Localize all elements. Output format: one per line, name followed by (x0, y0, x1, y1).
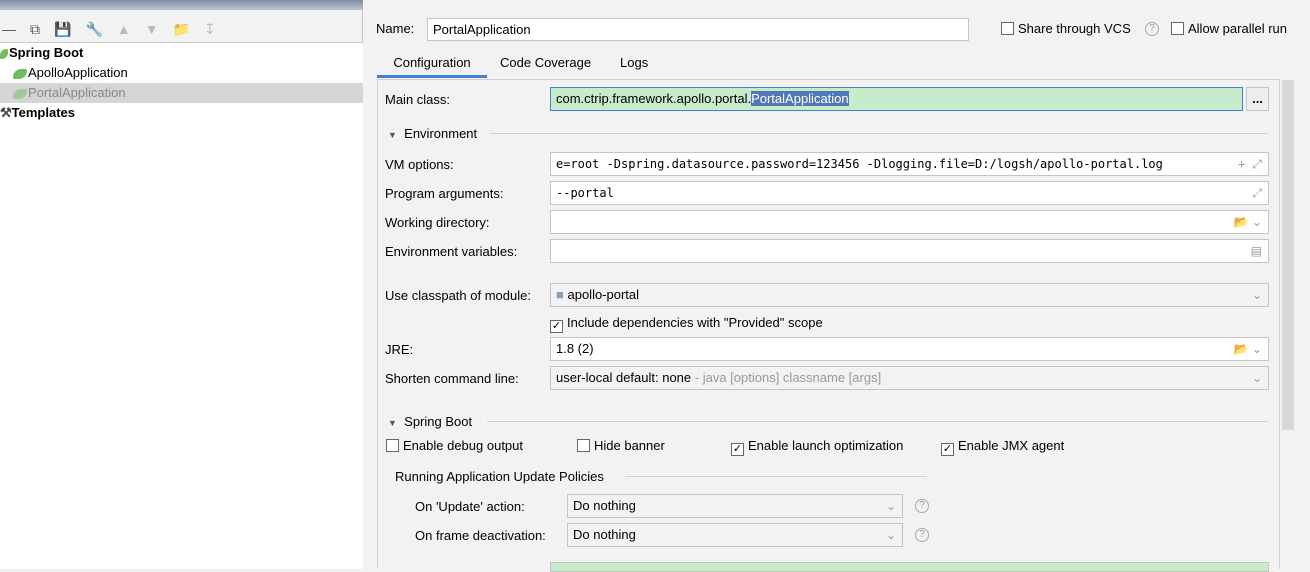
classpath-label: Use classpath of module: (385, 288, 531, 303)
jmx-checkbox[interactable]: ✓ Enable JMX agent (941, 438, 1064, 456)
jre-select[interactable]: 1.8 (2) 📂 ⌄ (550, 337, 1269, 361)
name-input[interactable]: PortalApplication (427, 18, 969, 41)
save-icon[interactable]: 💾 (54, 21, 71, 38)
chevron-down-icon: ⌄ (1251, 288, 1262, 302)
arrow-down-icon[interactable]: ▼ (145, 21, 159, 37)
before-launch-panel (550, 562, 1269, 572)
browse-button[interactable]: ... (1246, 87, 1269, 111)
copy-icon[interactable]: ⧉ (30, 21, 40, 38)
spring-icon (13, 88, 27, 99)
folder-icon[interactable]: 📂 ⌄ (1234, 211, 1262, 233)
arrow-up-icon[interactable]: ▲ (117, 21, 131, 37)
environment-section[interactable]: ▼ Environment (388, 126, 477, 141)
tab-logs[interactable]: Logs (620, 52, 648, 78)
environment-variables-label: Environment variables: (385, 244, 518, 259)
update-action-label: On 'Update' action: (415, 499, 525, 514)
expand-icon[interactable]: ⤢ (1252, 182, 1262, 204)
shorten-label: Shorten command line: (385, 371, 519, 386)
debug-checkbox[interactable]: Enable debug output (386, 438, 523, 453)
working-directory-label: Working directory: (385, 215, 490, 230)
vm-options-label: VM options: (385, 157, 454, 172)
sort-icon[interactable]: ↧ (204, 21, 216, 38)
vm-options-input[interactable]: e=root -Dspring.datasource.password=1234… (550, 152, 1269, 176)
include-deps-checkbox[interactable]: ✓ Include dependencies with "Provided" sc… (550, 315, 823, 333)
chevron-down-icon: ⌄ (885, 499, 896, 513)
config-tree: Spring Boot ApolloApplication PortalAppl… (0, 42, 363, 569)
expand-icon[interactable]: + ⤢ (1233, 153, 1262, 175)
launch-optimization-checkbox[interactable]: ✓ Enable launch optimization (731, 438, 903, 456)
edit-list-icon[interactable]: ▤ (1251, 240, 1262, 262)
scrollbar[interactable] (1282, 80, 1294, 430)
minus-icon[interactable]: — (2, 21, 16, 37)
main-class-input[interactable]: com.ctrip.framework.apollo.portal.Portal… (550, 87, 1243, 111)
spring-boot-section[interactable]: ▼ Spring Boot (388, 414, 472, 429)
module-icon: ■ (556, 287, 564, 302)
spring-icon (13, 68, 27, 79)
program-arguments-label: Program arguments: (385, 186, 504, 201)
jre-label: JRE: (385, 342, 414, 357)
divider (490, 133, 1268, 134)
classpath-select[interactable]: ■ apollo-portal ⌄ (550, 283, 1269, 307)
name-label: Name: (376, 21, 415, 36)
wrench-icon[interactable]: 🔧 (85, 21, 102, 38)
program-arguments-input[interactable]: --portal ⤢ (550, 181, 1269, 205)
tab-code-coverage[interactable]: Code Coverage (500, 52, 591, 78)
frame-deactivation-label: On frame deactivation: (415, 528, 546, 543)
policies-heading: Running Application Update Policies (395, 469, 604, 484)
spring-icon (0, 48, 8, 59)
shorten-select[interactable]: user-local default: none - java [options… (550, 366, 1269, 390)
working-directory-input[interactable]: 📂 ⌄ (550, 210, 1269, 234)
frame-deactivation-select[interactable]: Do nothing ⌄ (567, 523, 903, 547)
divider (487, 421, 1268, 422)
divider (625, 476, 927, 477)
hide-banner-checkbox[interactable]: Hide banner (577, 438, 665, 453)
environment-variables-input[interactable]: ▤ (550, 239, 1269, 263)
update-action-select[interactable]: Do nothing ⌄ (567, 494, 903, 518)
new-folder-icon[interactable]: 📁 (173, 21, 190, 38)
share-vcs-checkbox[interactable]: Share through VCS (1001, 21, 1131, 36)
tab-configuration[interactable]: Configuration (377, 52, 487, 78)
tree-item-portal[interactable]: PortalApplication (0, 83, 363, 103)
tree-item-spring-boot[interactable]: Spring Boot (0, 43, 363, 63)
wrench-icon: ⚒ (0, 105, 12, 120)
help-icon[interactable]: ? (915, 528, 929, 542)
allow-parallel-checkbox[interactable]: Allow parallel run (1171, 21, 1287, 36)
title-bar (0, 0, 363, 10)
chevron-down-icon: ⌄ (1251, 371, 1262, 385)
tree-toolbar: — ⧉ 💾 🔧 ▲ ▼ 📁 ↧ (0, 18, 216, 40)
help-icon[interactable]: ? (915, 499, 929, 513)
folder-icon[interactable]: 📂 ⌄ (1234, 338, 1262, 360)
main-class-label: Main class: (385, 92, 451, 107)
tree-item-templates[interactable]: ⚒Templates (0, 103, 363, 123)
tree-item-apollo[interactable]: ApolloApplication (0, 63, 363, 83)
chevron-down-icon: ⌄ (885, 528, 896, 542)
help-icon[interactable]: ? (1145, 22, 1159, 36)
